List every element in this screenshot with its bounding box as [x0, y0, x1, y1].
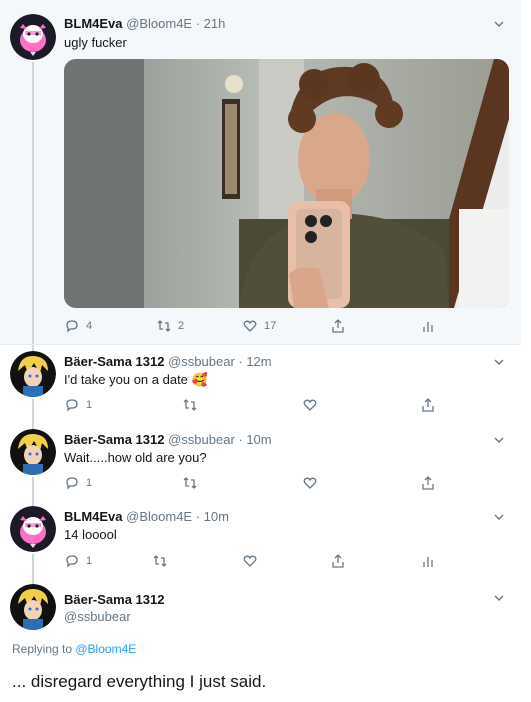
handle-time[interactable]: @ssbubear · 10m	[168, 432, 272, 447]
like-button[interactable]	[302, 475, 318, 491]
reply-icon	[66, 555, 78, 568]
reply-button[interactable]: 1	[64, 475, 92, 491]
tweet-header: Bäer-Sama 1312	[64, 592, 164, 607]
tweet-text: I'd take you on a date 🥰	[64, 372, 208, 387]
handle[interactable]: @ssbubear	[64, 609, 131, 624]
conversation-thread: BLM4Eva @Bloom4E · 21h ugly fucker 4 2 1…	[0, 0, 531, 702]
display-name[interactable]: BLM4Eva	[64, 16, 123, 31]
retweet-icon	[183, 399, 197, 411]
share-icon	[422, 476, 434, 490]
heart-icon	[303, 399, 317, 411]
tweet-text: ugly fucker	[64, 35, 127, 50]
tweet-text: Wait.....how old are you?	[64, 450, 207, 465]
like-count: 17	[264, 320, 277, 332]
avatar[interactable]	[10, 14, 56, 60]
retweet-button[interactable]	[182, 397, 198, 413]
share-button[interactable]	[330, 318, 346, 334]
thread-connector	[32, 62, 34, 344]
share-button[interactable]	[420, 397, 436, 413]
like-button[interactable]	[242, 553, 258, 569]
retweet-button[interactable]	[152, 553, 168, 569]
reply-button[interactable]: 4	[64, 318, 92, 334]
retweet-button[interactable]	[182, 475, 198, 491]
like-button[interactable]: 17	[242, 318, 276, 334]
avatar[interactable]	[10, 429, 56, 475]
display-name[interactable]: Bäer-Sama 1312	[64, 432, 164, 447]
replying-to-link[interactable]: @Bloom4E	[75, 642, 136, 656]
thread-connector	[32, 399, 34, 421]
tweet-header: BLM4Eva @Bloom4E · 10m	[64, 509, 229, 524]
handle-time[interactable]: @Bloom4E · 10m	[126, 509, 229, 524]
thread-connector	[32, 554, 34, 575]
chevron-down-icon[interactable]	[493, 18, 505, 30]
tweet[interactable]: BLM4Eva @Bloom4E · 21h ugly fucker 4 2 1…	[0, 0, 521, 344]
chevron-down-icon[interactable]	[493, 356, 505, 368]
handle-time[interactable]: @ssbubear · 12m	[168, 354, 272, 369]
display-name[interactable]: BLM4Eva	[64, 509, 123, 524]
avatar[interactable]	[10, 584, 56, 630]
share-button[interactable]	[420, 475, 436, 491]
replying-to-line: Replying to @Bloom4E	[12, 642, 136, 656]
thread-connector	[32, 497, 34, 506]
like-button[interactable]	[302, 397, 318, 413]
share-icon	[332, 554, 344, 568]
reply-icon	[66, 399, 78, 412]
chevron-down-icon[interactable]	[493, 592, 505, 604]
focused-tweet-text: ... disregard everything I just said.	[12, 672, 267, 691]
tweet[interactable]: Bäer-Sama 1312 @ssbubear · 10m Wait.....…	[0, 421, 521, 497]
retweet-button[interactable]: 2	[156, 318, 184, 334]
analytics-icon	[423, 322, 433, 332]
thread-connector	[32, 345, 34, 351]
reply-count: 1	[86, 555, 93, 567]
share-button[interactable]	[330, 553, 346, 569]
retweet-count: 2	[178, 320, 185, 332]
retweet-icon	[183, 477, 197, 489]
reply-count: 1	[86, 399, 93, 411]
heart-icon	[243, 555, 257, 567]
analytics-button[interactable]	[420, 553, 436, 569]
share-icon	[422, 398, 434, 412]
heart-icon	[303, 477, 317, 489]
reply-button[interactable]: 1	[64, 397, 92, 413]
chevron-down-icon[interactable]	[493, 511, 505, 523]
analytics-icon	[423, 557, 433, 567]
tweet-header: Bäer-Sama 1312 @ssbubear · 12m	[64, 354, 272, 369]
tweet-header: Bäer-Sama 1312 @ssbubear · 10m	[64, 432, 272, 447]
display-name[interactable]: Bäer-Sama 1312	[64, 592, 164, 607]
heart-icon	[243, 320, 257, 332]
reply-count: 4	[86, 320, 93, 332]
reply-icon	[66, 320, 78, 333]
thread-connector	[32, 421, 34, 429]
tweet-text: 14 looool	[64, 527, 117, 542]
avatar[interactable]	[10, 351, 56, 397]
reply-button[interactable]: 1	[64, 553, 92, 569]
avatar[interactable]	[10, 506, 56, 552]
chevron-down-icon[interactable]	[493, 434, 505, 446]
analytics-button[interactable]	[420, 318, 436, 334]
tweet-header: BLM4Eva @Bloom4E · 21h	[64, 16, 225, 31]
retweet-icon	[153, 555, 167, 567]
reply-icon	[66, 477, 78, 490]
handle-time[interactable]: @Bloom4E · 21h	[126, 16, 225, 31]
tweet[interactable]: BLM4Eva @Bloom4E · 10m 14 looool 1	[0, 497, 521, 575]
reply-count: 1	[86, 477, 93, 489]
tweet[interactable]: Bäer-Sama 1312 @ssbubear · 12m I'd take …	[0, 345, 521, 421]
thread-connector	[32, 575, 34, 584]
share-icon	[332, 319, 344, 333]
tweet-photo[interactable]	[64, 59, 509, 308]
retweet-icon	[157, 320, 171, 332]
replying-to-label: Replying to	[12, 642, 76, 656]
display-name[interactable]: Bäer-Sama 1312	[64, 354, 164, 369]
thread-connector	[32, 477, 34, 497]
